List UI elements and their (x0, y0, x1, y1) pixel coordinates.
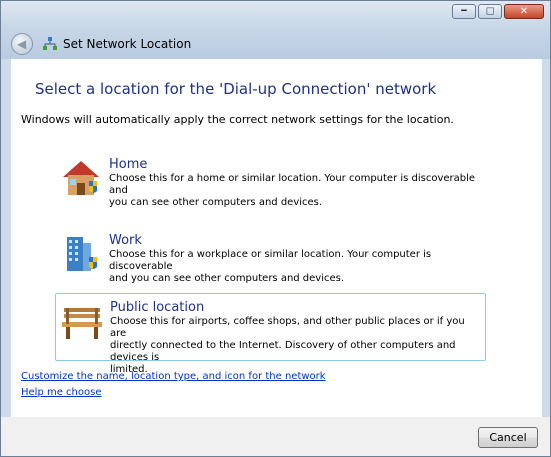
option-home-line-1: Choose this for a home or similar locati… (109, 173, 476, 196)
window-title: Set Network Location (63, 37, 192, 51)
title-bar: ━ □ ✕ ◀ Set Network Location (1, 1, 550, 59)
option-public-title: Public location (110, 300, 205, 315)
minimize-icon: ━ (461, 6, 467, 16)
network-icon (43, 37, 57, 50)
maximize-icon: □ (485, 6, 495, 16)
back-button[interactable]: ◀ (11, 33, 33, 55)
option-work-line-2: and you can see other computers and devi… (109, 273, 345, 284)
park-bench-icon (62, 308, 102, 339)
customize-network-link[interactable]: Customize the name, location type, and i… (21, 371, 326, 382)
house-icon (63, 161, 99, 195)
close-icon: ✕ (519, 5, 529, 17)
option-work-title: Work (109, 233, 142, 248)
option-work-line-1: Choose this for a workplace or similar l… (109, 249, 432, 272)
page-heading: Select a location for the 'Dial-up Conne… (35, 80, 437, 98)
option-public-line-1: Choose this for airports, coffee shops, … (110, 316, 465, 339)
help-me-choose-link[interactable]: Help me choose (21, 387, 101, 398)
content-area: Select a location for the 'Dial-up Conne… (11, 59, 542, 417)
option-home-title: Home (109, 157, 148, 172)
option-home[interactable]: Home Choose this for a home or similar l… (55, 151, 486, 208)
button-bar: Cancel (1, 417, 550, 456)
close-button[interactable]: ✕ (504, 4, 544, 19)
window-controls: ━ □ ✕ (452, 4, 544, 19)
option-home-line-2: you can see other computers and devices. (109, 197, 323, 208)
option-public-description: Choose this for airports, coffee shops, … (110, 316, 480, 376)
option-public-line-2: directly connected to the Internet. Disc… (110, 340, 456, 363)
option-work-description: Choose this for a workplace or similar l… (109, 249, 479, 285)
option-work[interactable]: Work Choose this for a workplace or simi… (55, 227, 486, 284)
minimize-button[interactable]: ━ (452, 4, 476, 19)
page-description: Windows will automatically apply the cor… (21, 113, 454, 126)
cancel-button[interactable]: Cancel (478, 427, 538, 448)
maximize-button[interactable]: □ (478, 4, 502, 19)
option-home-description: Choose this for a home or similar locati… (109, 173, 479, 209)
office-building-icon (67, 237, 97, 271)
dialog-window: ━ □ ✕ ◀ Set Network Location Select a lo… (0, 0, 551, 457)
back-arrow-icon: ◀ (17, 37, 27, 51)
option-public-location[interactable]: Public location Choose this for airports… (55, 293, 486, 375)
